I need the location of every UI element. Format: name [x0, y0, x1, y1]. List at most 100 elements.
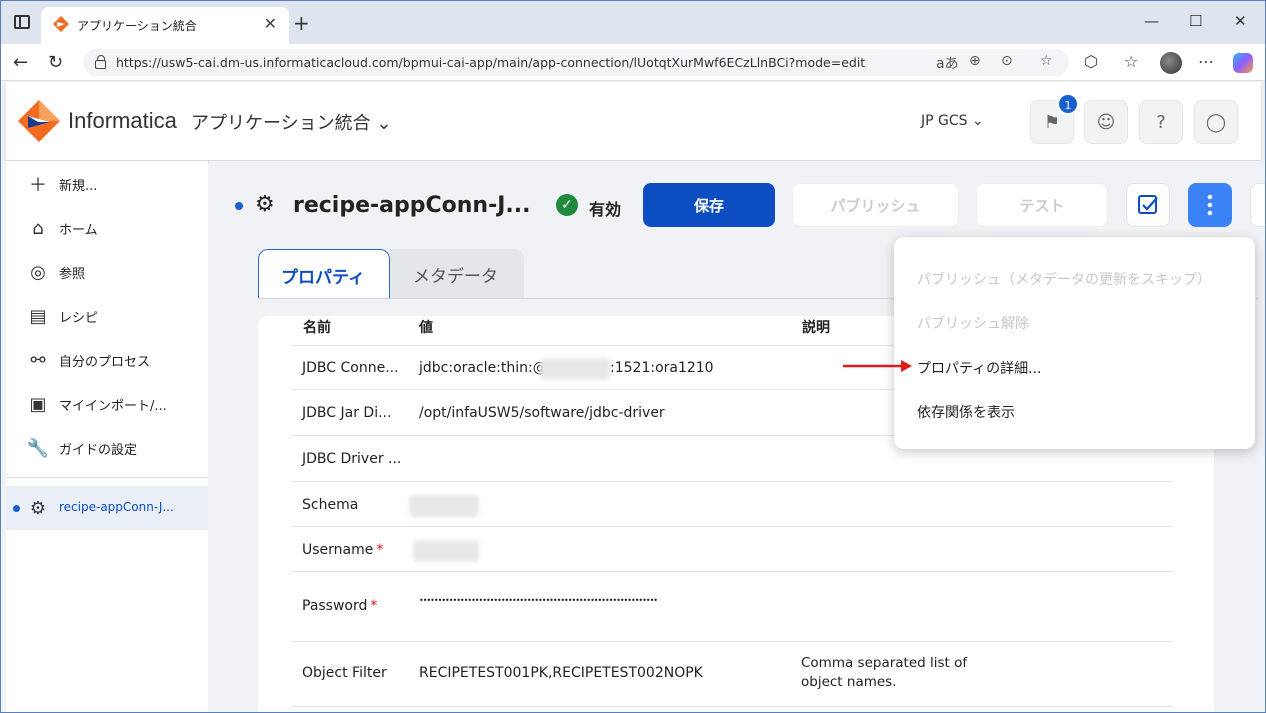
password-value: ••••••••••••••••••••••••••••••••••••••••…	[419, 596, 658, 605]
user-button[interactable]: ☺	[1084, 100, 1128, 144]
sidebar-item-recipes[interactable]: ▤ レシピ	[6, 301, 208, 331]
unsaved-dot	[13, 505, 20, 512]
sidebar-item-my-processes[interactable]: ⚯ 自分のプロセス	[6, 345, 208, 375]
brand-name: Informatica	[68, 108, 177, 133]
property-name: Schema	[302, 497, 359, 513]
property-value: /opt/infaUSW5/software/jdbc-driver	[419, 405, 665, 421]
column-header-name: 名前	[303, 320, 331, 336]
favorite-star-icon[interactable]: ☆	[1040, 53, 1053, 69]
more-actions-menu: パブリッシュ（メタデータの更新をスキップ） パブリッシュ解除 プロパティの詳細.…	[894, 237, 1255, 449]
settings-menu-icon[interactable]: ⋯	[1198, 52, 1214, 71]
property-name: Password *	[302, 598, 377, 614]
property-description: Comma separated list of object names.	[801, 655, 968, 690]
maximize-button[interactable]: ☐	[1189, 12, 1202, 30]
sidebar-item-home[interactable]: ⌂ ホーム	[6, 213, 208, 243]
back-icon[interactable]: ←	[13, 52, 28, 73]
redacted-username	[413, 540, 479, 562]
workspaces-icon[interactable]	[14, 15, 30, 29]
sidebar-item-label: レシピ	[59, 310, 99, 326]
read-aloud-icon[interactable]: aあ	[936, 53, 959, 73]
chat-button[interactable]: ◯	[1194, 100, 1238, 144]
kebab-menu-icon	[1207, 194, 1213, 216]
recipe-icon: ▤	[29, 305, 47, 327]
required-marker: *	[370, 598, 378, 614]
table-row[interactable]: Schema	[292, 482, 1173, 527]
publish-button[interactable]: パブリッシュ	[792, 183, 959, 227]
process-icon: ⚯	[30, 349, 46, 371]
tab-title: アプリケーション統合	[77, 19, 197, 33]
org-selector[interactable]: JP GCS ⌄	[921, 113, 984, 129]
app-switcher[interactable]: アプリケーション統合 ⌄	[191, 109, 391, 135]
panel-toggle-button[interactable]	[1250, 183, 1265, 227]
app-header: Informatica アプリケーション統合 ⌄ JP GCS ⌄ ⚑ 1 ☺ …	[6, 82, 1261, 160]
property-value-suffix: :1521:ora1210	[610, 360, 714, 376]
help-button[interactable]: ?	[1139, 100, 1183, 144]
copilot-icon[interactable]	[1233, 53, 1253, 73]
sidebar-item-open-connection[interactable]: ⚙ recipe-appConn-J...	[6, 486, 208, 530]
column-header-description: 説明	[802, 320, 830, 336]
save-button[interactable]: 保存	[643, 183, 775, 227]
tab-close-icon[interactable]: ✕	[264, 14, 277, 33]
tab-properties[interactable]: プロパティ	[258, 249, 390, 299]
property-name: JDBC Driver ...	[302, 451, 402, 467]
more-options-icon[interactable]: ⊙	[1001, 53, 1013, 69]
url-text: https://usw5-cai.dm-us.informaticacloud.…	[116, 55, 866, 70]
menu-item-publish-skip-metadata[interactable]: パブリッシュ（メタデータの更新をスキップ）	[917, 269, 1211, 289]
sidebar-item-label: ホーム	[59, 222, 98, 238]
sidebar-item-explore[interactable]: ◎ 参照	[6, 257, 208, 287]
test-button[interactable]: テスト	[976, 183, 1108, 227]
lock-icon	[95, 55, 106, 69]
sidebar-item-label: recipe-appConn-J...	[59, 500, 174, 514]
validate-button[interactable]	[1126, 183, 1170, 227]
sidebar-item-label: ガイドの設定	[59, 442, 138, 458]
property-name: Username *	[302, 542, 383, 558]
table-row[interactable]: Password * ••••••••••••••••••••••••••••••…	[292, 572, 1173, 642]
unsaved-dot	[235, 202, 243, 210]
table-row[interactable]: Username *	[292, 527, 1173, 572]
sidebar-item-label: 新規...	[59, 178, 98, 194]
menu-item-show-dependencies[interactable]: 依存関係を表示	[917, 402, 1015, 422]
menu-item-unpublish[interactable]: パブリッシュ解除	[917, 313, 1029, 333]
sidebar-item-new[interactable]: ＋ 新規...	[6, 169, 208, 199]
required-marker: *	[376, 542, 384, 558]
table-row[interactable]: Object Filter RECIPETEST001PK,RECIPETEST…	[292, 642, 1173, 707]
user-icon: ☺	[1096, 111, 1116, 133]
sidebar-item-guide-settings[interactable]: 🔧 ガイドの設定	[6, 433, 208, 463]
minimize-button[interactable]: —	[1144, 12, 1159, 30]
column-header-value: 値	[419, 320, 433, 336]
annotation-arrow-icon	[843, 360, 912, 372]
property-name-text: Username	[302, 542, 374, 558]
menu-item-property-details[interactable]: プロパティの詳細...	[917, 358, 1042, 378]
compass-icon: ◎	[30, 261, 46, 283]
more-actions-button[interactable]	[1188, 183, 1232, 227]
zoom-icon[interactable]: ⊕	[969, 53, 981, 69]
url-field[interactable]: https://usw5-cai.dm-us.informaticacloud.…	[83, 49, 1069, 76]
property-name: Object Filter	[302, 665, 387, 681]
sidebar-item-my-imports[interactable]: ▣ マイインポート/...	[6, 389, 208, 419]
new-tab-button[interactable]: +	[293, 11, 310, 35]
informatica-logo-icon	[18, 100, 60, 142]
import-icon: ▣	[29, 393, 47, 415]
wrench-icon: 🔧	[26, 437, 50, 459]
notification-badge: 1	[1057, 93, 1079, 115]
home-icon: ⌂	[32, 217, 44, 239]
tab-bar: アプリケーション統合 ✕ + — ☐ ✕	[1, 1, 1265, 44]
extensions-icon[interactable]: ⬡	[1084, 52, 1098, 71]
profile-avatar[interactable]	[1160, 52, 1182, 74]
property-value-prefix: jdbc:oracle:thin:@	[419, 360, 547, 376]
sidebar-item-label: マイインポート/...	[59, 398, 167, 414]
browser-tab[interactable]: アプリケーション統合 ✕	[41, 7, 289, 44]
app-connection-icon: ⚙	[255, 192, 275, 217]
refresh-icon[interactable]: ↻	[48, 52, 63, 73]
close-window-button[interactable]: ✕	[1234, 12, 1247, 30]
page-title: recipe-appConn-J...	[293, 193, 531, 218]
tab-metadata[interactable]: メタデータ	[390, 249, 524, 299]
redacted-host	[540, 358, 610, 380]
help-icon: ?	[1156, 111, 1166, 133]
property-name: JDBC Conne...	[302, 360, 399, 376]
favorites-icon[interactable]: ☆	[1124, 52, 1138, 71]
sidebar: ＋ 新規... ⌂ ホーム ◎ 参照 ▤ レシピ ⚯ 自分のプロセス ▣ マイイ…	[6, 161, 208, 712]
app-connection-icon: ⚙	[29, 497, 47, 519]
status-label: 有効	[589, 200, 622, 219]
browser-window: アプリケーション統合 ✕ + — ☐ ✕ ← ↻ https://usw5-ca…	[0, 0, 1266, 713]
